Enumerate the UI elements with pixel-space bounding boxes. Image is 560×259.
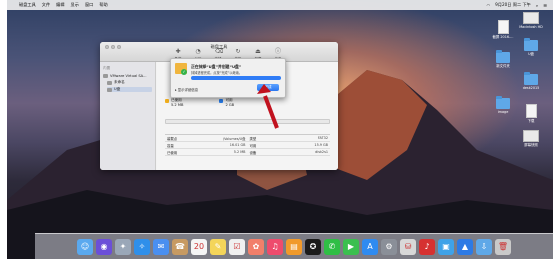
ibooks-icon[interactable]: ▤ [286, 238, 302, 255]
facetime-icon[interactable]: ▶ [343, 238, 359, 255]
safari-icon[interactable]: ✧ [134, 238, 150, 255]
notes-icon[interactable]: ✎ [210, 238, 226, 255]
netease-music-icon[interactable]: ♪ [419, 238, 435, 255]
wechat-icon[interactable]: ✆ [324, 238, 340, 255]
preferences-icon[interactable]: ⚙ [381, 238, 397, 255]
keynote-icon[interactable]: ▲ [457, 238, 473, 255]
contacts-icon[interactable]: ☎ [172, 238, 188, 255]
disk-utility-icon[interactable]: ⛁ [400, 238, 416, 255]
reminders-icon[interactable]: ☑ [229, 238, 245, 255]
finder-icon[interactable]: ☺ [77, 238, 93, 255]
mail-icon[interactable]: ✉ [153, 238, 169, 255]
desktop: 磁盘工具 文件 编辑 显示 窗口 帮助 ◠ 9月20日 周二 下午 ⌕ ☰ Ma… [7, 0, 553, 259]
music-icon[interactable]: ♫ [267, 238, 283, 255]
photos-icon[interactable]: ✿ [248, 238, 264, 255]
dock: ☺ ◉ ✦ ✧ ✉ ☎ 20 ✎ ☑ ✿ ♫ ▤ ✪ ✆ ▶ A ⚙ ⛁ ♪ ▣ ▲ ⇩ 🗑 [35, 233, 553, 259]
appstore-icon[interactable]: A [362, 238, 378, 255]
trash-icon[interactable]: 🗑 [495, 238, 511, 255]
calendar-icon[interactable]: 20 [191, 238, 207, 255]
qq-icon[interactable]: ✪ [305, 238, 321, 255]
siri-icon[interactable]: ◉ [96, 238, 112, 255]
launchpad-icon[interactable]: ✦ [115, 238, 131, 255]
downloads-icon[interactable]: ⇩ [476, 238, 492, 255]
preview-icon[interactable]: ▣ [438, 238, 454, 255]
red-arrow-annotation [257, 84, 279, 129]
